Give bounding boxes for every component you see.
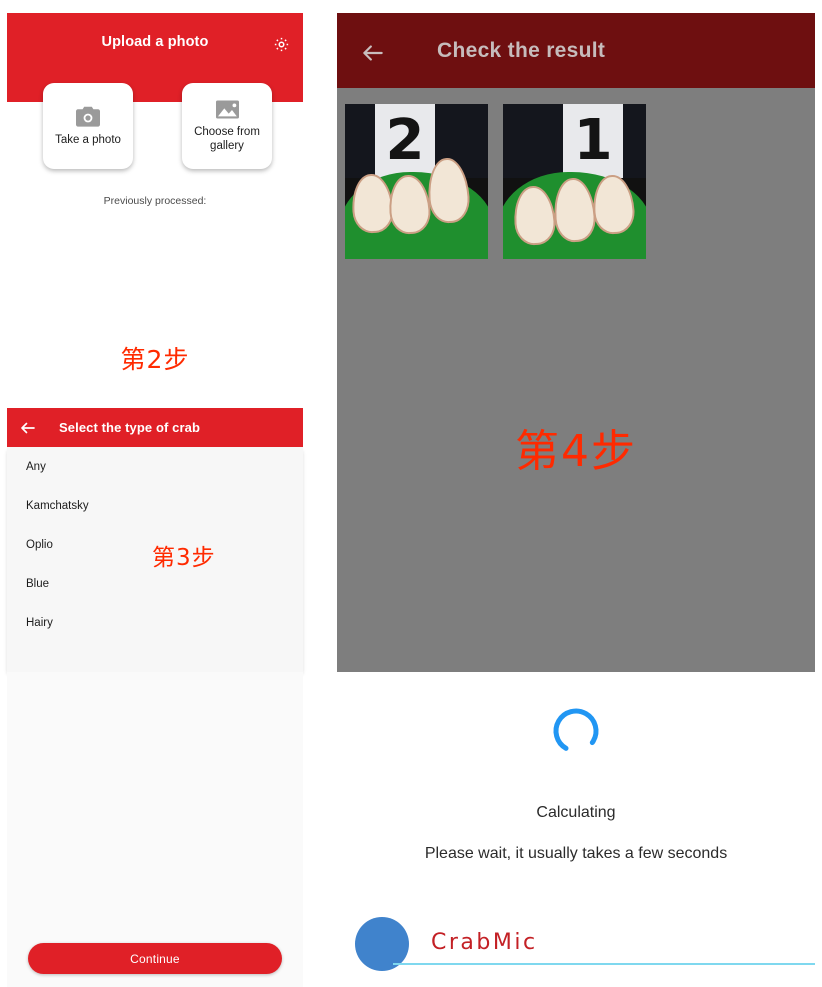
choose-from-gallery-label: Choose from gallery — [194, 126, 260, 152]
page-title: Upload a photo — [101, 34, 209, 50]
annotation-step-3: 第3步 — [152, 545, 216, 571]
continue-button[interactable]: Continue — [28, 943, 282, 974]
previously-processed-label: Previously processed: — [103, 195, 207, 207]
result-canvas: 2 1 第4步 — [337, 88, 815, 672]
list-item[interactable]: Kamchatsky — [7, 486, 303, 525]
page-title: Select the type of crab — [59, 420, 201, 435]
calculating-subtitle: Please wait, it usually takes a few seco… — [424, 845, 728, 862]
camera-icon — [75, 106, 101, 128]
screenshot-root: Upload a photo Take a photo Choose from … — [0, 0, 822, 987]
brand-name: CrabMic — [431, 930, 538, 955]
list-item-label: Kamchatsky — [26, 499, 89, 512]
brand-footer: CrabMic — [355, 909, 815, 979]
arrow-left-icon[interactable] — [360, 40, 386, 66]
check-result-screen: Check the result 2 1 第4步 Calculating Ple… — [337, 13, 815, 987]
select-crab-type-screen: Select the type of crab Any Kamchatsky O… — [7, 408, 303, 987]
brand-divider — [393, 963, 815, 965]
thumbnail-number: 1 — [573, 108, 613, 174]
list-item[interactable]: Hairy — [7, 603, 303, 642]
crab-screen-body — [7, 672, 303, 987]
crab-type-list: Any Kamchatsky Oplio Blue Hairy 第3步 — [7, 447, 303, 672]
gear-icon[interactable] — [270, 33, 292, 55]
list-item-label: Hairy — [26, 616, 53, 629]
image-gallery-icon — [215, 99, 240, 120]
page-title: Check the result — [437, 39, 606, 62]
annotation-step-4: 第4步 — [515, 426, 637, 477]
result-thumbnail[interactable]: 1 — [503, 104, 646, 259]
continue-button-label: Continue — [130, 951, 180, 966]
result-appbar: Check the result — [337, 13, 815, 88]
calculating-title: Calculating — [536, 804, 616, 821]
thumbnail-number: 2 — [385, 108, 425, 174]
upload-photo-screen: Upload a photo Take a photo Choose from … — [7, 13, 303, 383]
loading-spinner-icon — [550, 705, 602, 757]
annotation-step-2: 第2步 — [120, 345, 190, 374]
left-column: Upload a photo Take a photo Choose from … — [7, 13, 303, 987]
crab-meat-piece — [591, 173, 637, 236]
choose-from-gallery-card[interactable]: Choose from gallery — [182, 83, 272, 169]
crab-appbar: Select the type of crab — [7, 408, 303, 447]
result-thumbnail[interactable]: 2 — [345, 104, 488, 259]
arrow-left-icon[interactable] — [19, 419, 37, 437]
take-a-photo-label: Take a photo — [55, 133, 121, 146]
list-item[interactable]: Any — [7, 447, 303, 486]
list-item-label: Oplio — [26, 538, 53, 551]
take-a-photo-card[interactable]: Take a photo — [43, 83, 133, 169]
list-item-label: Blue — [26, 577, 50, 590]
calculating-sheet: Calculating Please wait, it usually take… — [337, 672, 815, 987]
list-item-label: Any — [26, 460, 46, 473]
